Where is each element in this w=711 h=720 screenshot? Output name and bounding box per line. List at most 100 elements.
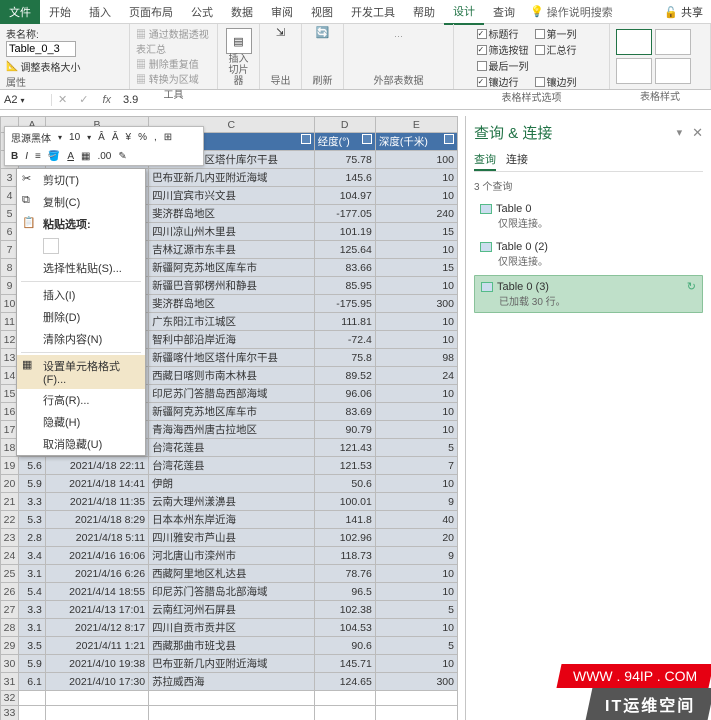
cell[interactable]: 145.71 — [314, 655, 375, 673]
cell[interactable]: 吉林辽源市东丰县 — [149, 241, 315, 259]
cell[interactable]: 新疆巴音郭楞州和静县 — [149, 277, 315, 295]
tab-query[interactable]: 查询 — [484, 0, 524, 24]
tab-file[interactable]: 文件 — [0, 0, 40, 24]
cell[interactable]: 20 — [375, 529, 457, 547]
mini-dec-font-icon[interactable]: Ǎ — [110, 131, 121, 144]
mini-merge-icon[interactable]: ⊞ — [162, 131, 174, 144]
cell[interactable]: 15 — [375, 259, 457, 277]
cell[interactable]: 96.06 — [314, 385, 375, 403]
cell[interactable]: 83.69 — [314, 403, 375, 421]
cell[interactable]: 10 — [375, 187, 457, 205]
cell[interactable]: 10 — [375, 619, 457, 637]
mini-italic-icon[interactable]: I — [23, 150, 30, 163]
mini-border-icon[interactable]: ▦ — [79, 150, 92, 163]
style-swatch[interactable] — [655, 58, 691, 84]
col-header[interactable]: D — [314, 117, 375, 133]
cell[interactable] — [19, 706, 46, 720]
cell[interactable] — [45, 706, 148, 720]
cell[interactable]: 台湾花莲县 — [149, 457, 315, 475]
cell[interactable]: 3.5 — [19, 637, 46, 655]
row-header[interactable]: 32 — [1, 691, 19, 706]
ctx-cut[interactable]: ✂剪切(T) — [17, 169, 145, 191]
cell[interactable]: 2021/4/11 1:21 — [45, 637, 148, 655]
mini-inc-font-icon[interactable]: Â — [96, 131, 107, 144]
refresh-icon[interactable]: ↻ — [687, 280, 696, 293]
query-item[interactable]: Table 0仅限连接。 — [474, 199, 703, 234]
cell[interactable]: 240 — [375, 205, 457, 223]
cell[interactable]: 9 — [375, 547, 457, 565]
cell[interactable]: 100.01 — [314, 493, 375, 511]
cell[interactable]: 2021/4/16 6:26 — [45, 565, 148, 583]
cell[interactable]: 15 — [375, 223, 457, 241]
cell[interactable] — [19, 691, 46, 706]
cell[interactable] — [375, 706, 457, 720]
cell[interactable]: 102.38 — [314, 601, 375, 619]
ctx-row-height[interactable]: 行高(R)... — [17, 389, 145, 411]
style-swatch[interactable] — [616, 58, 652, 84]
cell[interactable]: 7 — [375, 457, 457, 475]
opt-first-col[interactable]: 第一列 — [535, 26, 587, 41]
mini-fill-icon[interactable]: 🪣 — [46, 150, 62, 163]
table-header-cell[interactable]: 深度(千米) — [375, 133, 457, 151]
cell[interactable]: 新疆阿克苏地区库车市 — [149, 403, 315, 421]
cell[interactable]: 云南红河州石屏县 — [149, 601, 315, 619]
row-header[interactable]: 28 — [1, 619, 19, 637]
cell[interactable]: 2021/4/18 8:29 — [45, 511, 148, 529]
cell[interactable]: 10 — [375, 475, 457, 493]
cell[interactable]: 50.6 — [314, 475, 375, 493]
cell[interactable]: 2021/4/18 5:11 — [45, 529, 148, 547]
cell[interactable]: -175.95 — [314, 295, 375, 313]
row-header[interactable]: 26 — [1, 583, 19, 601]
cell[interactable]: 西藏那曲市班戈县 — [149, 637, 315, 655]
cell[interactable]: 2021/4/10 17:30 — [45, 673, 148, 691]
tab-layout[interactable]: 页面布局 — [120, 0, 182, 24]
cell[interactable]: 印尼苏门答腊岛西部海域 — [149, 385, 315, 403]
mini-font[interactable]: 思源黑体 — [9, 129, 53, 146]
cell[interactable]: 121.53 — [314, 457, 375, 475]
cell[interactable]: 83.66 — [314, 259, 375, 277]
cell[interactable]: 3.3 — [19, 493, 46, 511]
ctx-paste-special[interactable]: 选择性粘贴(S)... — [17, 257, 145, 279]
cell[interactable] — [314, 706, 375, 720]
cell[interactable]: 10 — [375, 385, 457, 403]
paste-btn[interactable] — [43, 238, 59, 254]
cell[interactable]: 5.6 — [19, 457, 46, 475]
cell[interactable]: 日本本州东岸近海 — [149, 511, 315, 529]
cell[interactable]: 四川宜宾市兴文县 — [149, 187, 315, 205]
row-header[interactable]: 33 — [1, 706, 19, 720]
row-header[interactable]: 27 — [1, 601, 19, 619]
panel-menu-icon[interactable]: ▾ — [677, 126, 683, 139]
mini-size[interactable]: 10 — [67, 131, 82, 144]
cell[interactable]: 10 — [375, 169, 457, 187]
cell[interactable]: 10 — [375, 655, 457, 673]
insert-slicer[interactable]: ▤ — [226, 28, 252, 54]
row-header[interactable]: 23 — [1, 529, 19, 547]
cell[interactable] — [314, 691, 375, 706]
cell[interactable]: 智利中部沿岸近海 — [149, 331, 315, 349]
row-header[interactable]: 20 — [1, 475, 19, 493]
ctx-insert[interactable]: 插入(I) — [17, 284, 145, 306]
cell[interactable]: 96.5 — [314, 583, 375, 601]
row-header[interactable]: 21 — [1, 493, 19, 511]
cell[interactable]: 3.1 — [19, 619, 46, 637]
cell[interactable]: 75.8 — [314, 349, 375, 367]
opt-total-row[interactable]: 汇总行 — [535, 42, 587, 57]
cell[interactable]: 5 — [375, 439, 457, 457]
cell[interactable]: 10 — [375, 241, 457, 259]
ctx-delete[interactable]: 删除(D) — [17, 306, 145, 328]
resize-table[interactable]: 📐调整表格大小 — [6, 59, 80, 74]
cell[interactable]: 巴布亚新几内亚附近海域 — [149, 169, 315, 187]
cell[interactable]: 四川雅安市芦山县 — [149, 529, 315, 547]
cell[interactable]: 广东阳江市江城区 — [149, 313, 315, 331]
cell[interactable]: 5.9 — [19, 655, 46, 673]
mini-percent-icon[interactable]: % — [136, 131, 149, 144]
mini-bold-icon[interactable]: B — [9, 150, 20, 163]
cell[interactable] — [45, 691, 148, 706]
cell[interactable]: 2021/4/14 18:55 — [45, 583, 148, 601]
cell[interactable]: 3.3 — [19, 601, 46, 619]
cell[interactable]: 10 — [375, 565, 457, 583]
row-header[interactable]: 22 — [1, 511, 19, 529]
cell[interactable]: 伊朗 — [149, 475, 315, 493]
cell[interactable]: 台湾花莲县 — [149, 439, 315, 457]
cell[interactable]: 90.79 — [314, 421, 375, 439]
